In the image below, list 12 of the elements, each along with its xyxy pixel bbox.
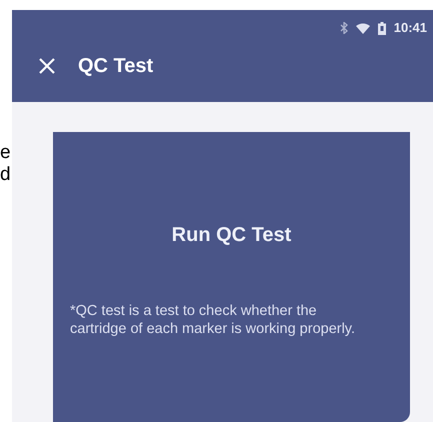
status-time: 10:41 — [394, 19, 427, 38]
window-title: QC Test — [78, 54, 154, 79]
bluetooth-icon — [340, 22, 348, 34]
card-title: Run QC Test — [172, 223, 292, 248]
close-icon — [38, 57, 56, 75]
card-description: *QC test is a test to check whether the cartridge of each marker is working properly. — [70, 302, 356, 338]
battery-icon — [378, 22, 386, 34]
background-text: d — [0, 164, 12, 186]
run-test-card[interactable]: Run QC Test *QC test is a test to check whether the cartridge of each marker is working properly. — [53, 132, 410, 422]
close-button[interactable] — [38, 57, 56, 75]
wifi-icon — [356, 22, 370, 34]
background-text: e — [0, 142, 12, 164]
